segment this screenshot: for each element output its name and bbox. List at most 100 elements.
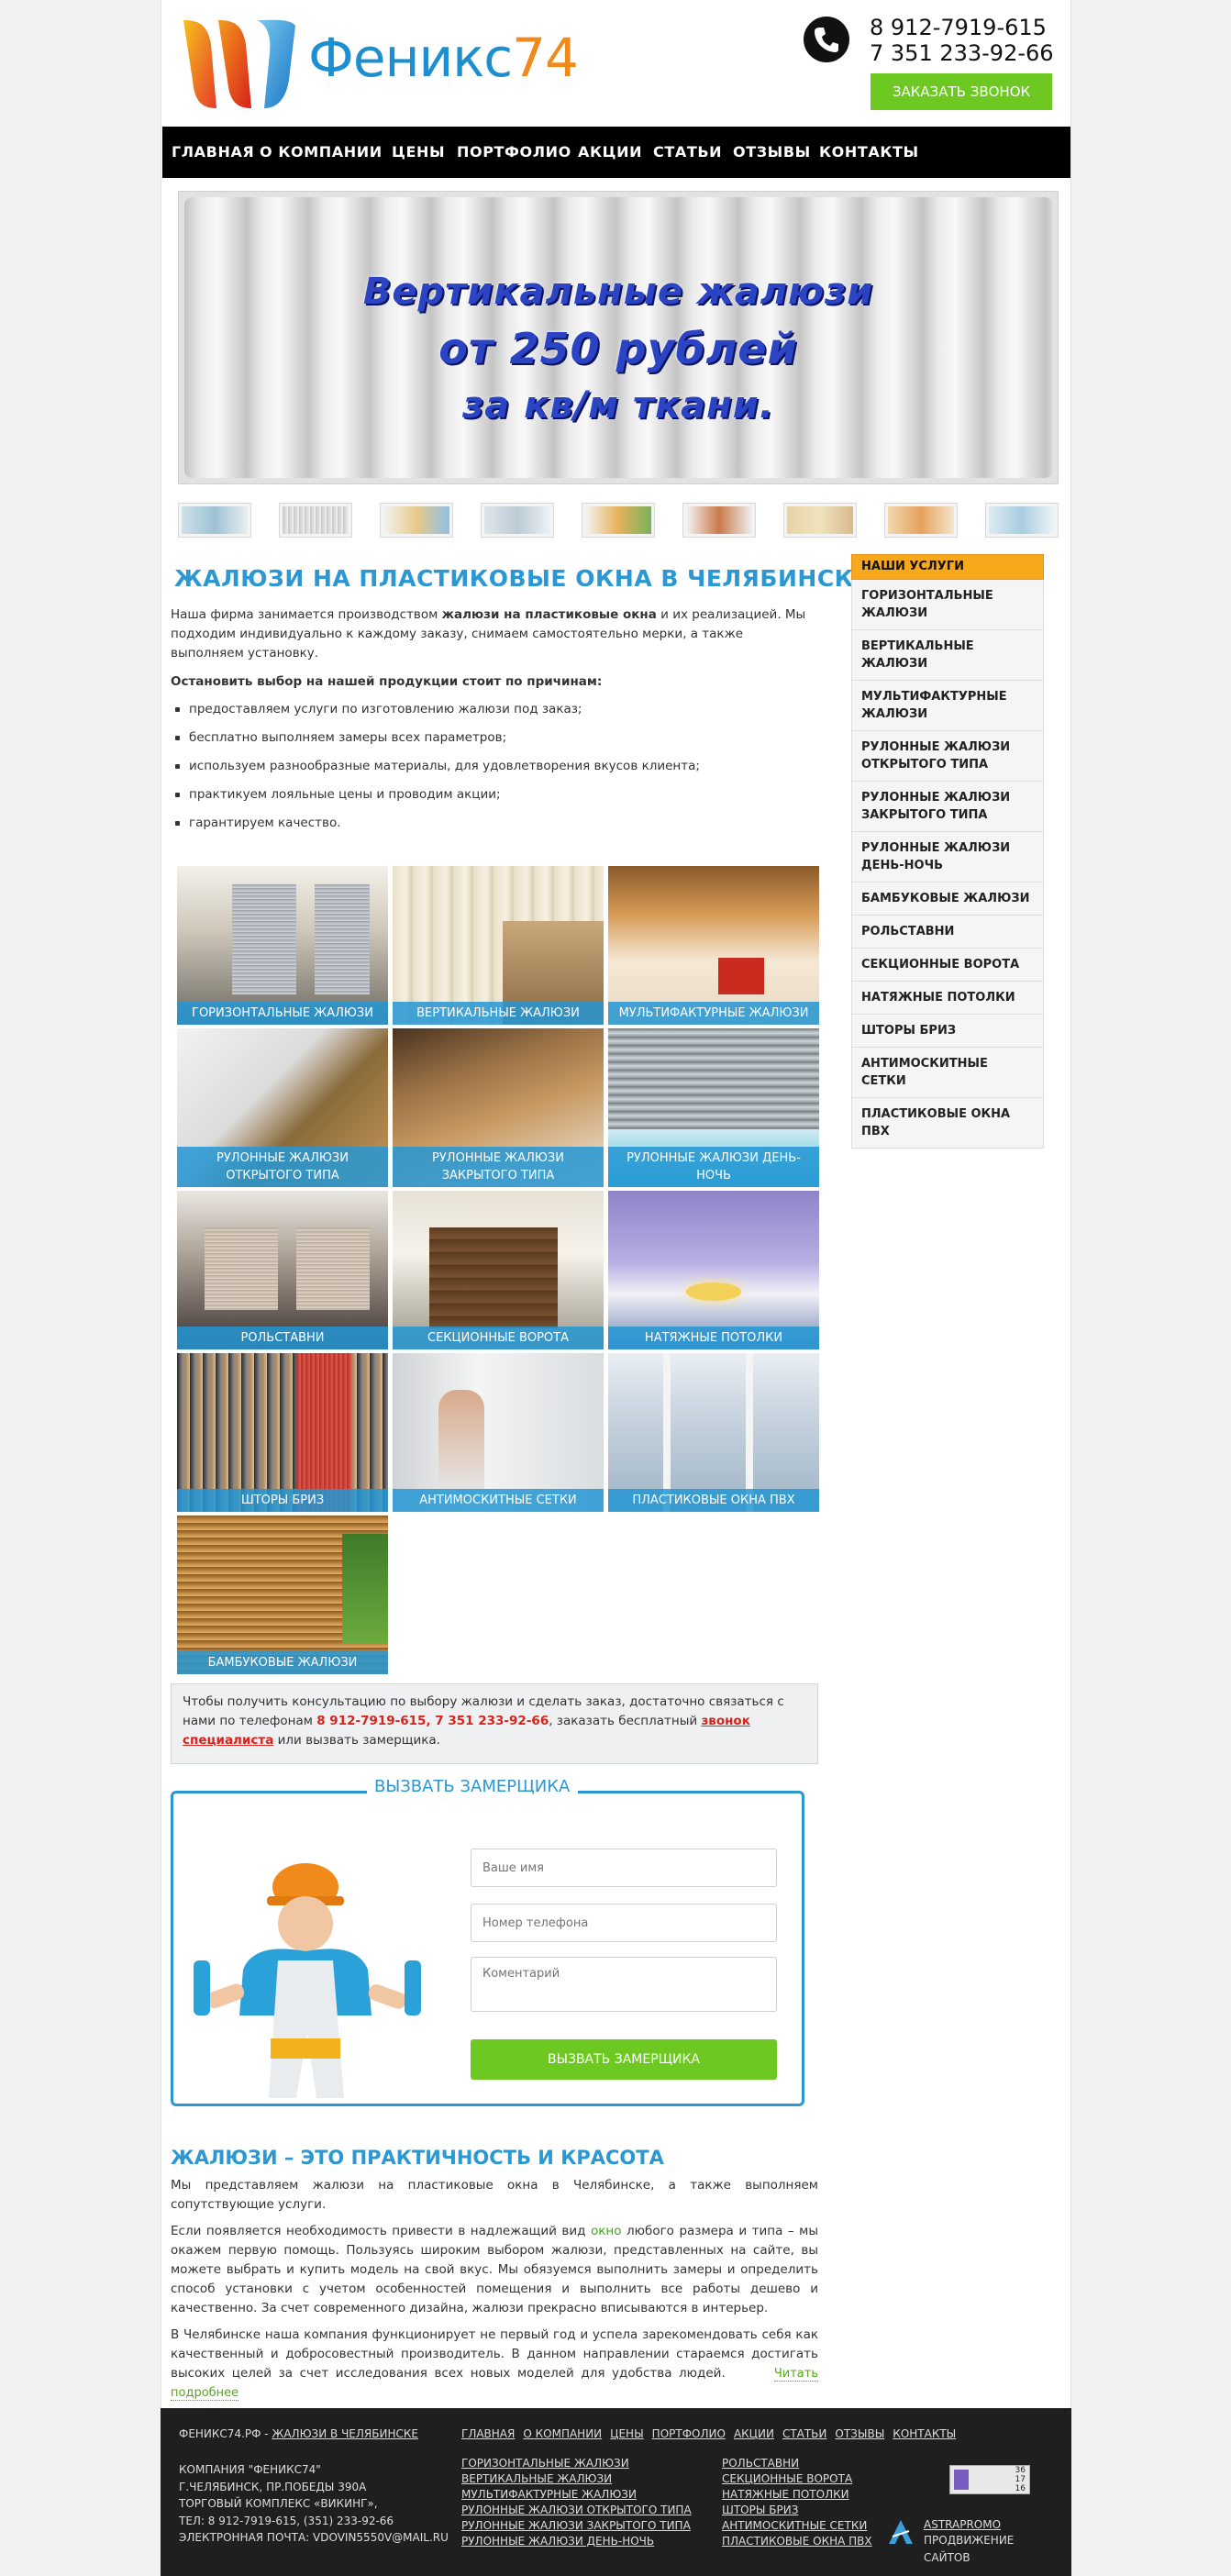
nav-promotions[interactable]: Акции [578, 127, 642, 178]
sidebar-item-nets[interactable]: Антимоскитные сетки [851, 1048, 1044, 1098]
page: Феникс74 8 912-7919-615 7 351 233-92-66 … [161, 0, 1071, 2408]
footer-company: КОМПАНИЯ "ФЕНИКС74" [179, 2463, 321, 2476]
footer-link[interactable]: Мультифактурные жалюзи [461, 2487, 692, 2503]
sidebar-item-bamboo[interactable]: Бамбуковые жалюзи [851, 883, 1044, 916]
tile-stretch-ceilings[interactable]: Натяжные потолки [608, 1191, 819, 1349]
order-call-button[interactable]: Заказать звонок [871, 73, 1052, 110]
footer-link[interactable]: Натяжные потолки [722, 2487, 872, 2503]
banner-thumb[interactable] [783, 503, 857, 538]
phone-number-2[interactable]: 7 351 233-92-66 [870, 40, 1054, 66]
nav-contacts[interactable]: Контакты [819, 127, 919, 178]
footer: ФЕНИКС74.РФ - ЖАЛЮЗИ В ЧЕЛЯБИНСКЕ КОМПАН… [161, 2408, 1071, 2576]
footer-link[interactable]: Пластиковые окна ПВХ [722, 2534, 872, 2549]
footer-link[interactable]: Горизонтальные жалюзи [461, 2456, 692, 2471]
list-item: предоставляем услуги по изготовлению жал… [175, 700, 813, 728]
footer-nav-reviews[interactable]: Отзывы [835, 2427, 884, 2440]
footer-link[interactable]: Шторы бриз [722, 2503, 872, 2518]
footer-services-2: Рольставни Секционные ворота Натяжные по… [722, 2456, 872, 2549]
sidebar-item-ceilings[interactable]: Натяжные потолки [851, 982, 1044, 1015]
footer-link[interactable]: Рулонные жалюзи день-ночь [461, 2534, 692, 2549]
list-item: используем разнообразные материалы, для … [175, 757, 813, 785]
sidebar-item-multifacture[interactable]: Мультифактурные жалюзи [851, 681, 1044, 731]
banner-thumb[interactable] [481, 503, 554, 538]
promo-banner[interactable]: Вертикальные жалюзи от 250 рублей за кв/… [178, 191, 1059, 484]
banner-line-2: от 250 рублей [438, 324, 798, 373]
nav-about[interactable]: О компании [260, 127, 383, 178]
banner-thumb[interactable] [884, 503, 958, 538]
tile-mosquito-nets[interactable]: Антимоскитные сетки [393, 1353, 604, 1512]
name-input[interactable] [471, 1849, 777, 1887]
sidebar-item-pvc[interactable]: Пластиковые окна ПВХ [851, 1098, 1044, 1149]
banner-thumb[interactable] [178, 503, 251, 538]
counter-logo-icon [954, 2470, 969, 2490]
nav-home[interactable]: Главная [172, 127, 254, 178]
footer-nav-home[interactable]: Главная [461, 2427, 515, 2440]
footer-site-link[interactable]: ЖАЛЮЗИ В ЧЕЛЯБИНСКЕ [272, 2427, 418, 2440]
tile-roller-open[interactable]: Рулонные жалюзи открытого типа [177, 1028, 388, 1187]
footer-link[interactable]: Рулонные жалюзи закрытого типа [461, 2518, 692, 2534]
main-nav: Главная О компании Цены Портфолио Акции … [162, 127, 1070, 178]
banner-thumb[interactable] [985, 503, 1059, 538]
footer-nav-portfolio[interactable]: Портфолио [652, 2427, 726, 2440]
banner-thumb[interactable] [380, 503, 453, 538]
logo-mark-icon [183, 19, 295, 108]
tile-vertical-blinds[interactable]: Вертикальные жалюзи [393, 866, 604, 1025]
footer-link[interactable]: Рулонные жалюзи открытого типа [461, 2503, 692, 2518]
astrapromo-name[interactable]: ASTRAPROMO [924, 2516, 1001, 2534]
logo[interactable]: Феникс74 [180, 17, 579, 112]
visit-counter[interactable]: 36 17 16 [949, 2465, 1030, 2494]
sidebar-item-gates[interactable]: Секционные ворота [851, 949, 1044, 982]
nav-articles[interactable]: Статьи [653, 127, 722, 178]
phone-input[interactable] [471, 1904, 777, 1942]
astrapromo-badge[interactable]: ASTRAPROMO ПРОДВИЖЕНИЕ САЙТОВ [887, 2515, 1061, 2564]
banner-thumb[interactable] [279, 503, 352, 538]
banner-thumb[interactable] [682, 503, 756, 538]
tile-roller-day-night[interactable]: Рулонные жалюзи день-ночь [608, 1028, 819, 1187]
sidebar-item-roller-closed[interactable]: Рулонные жалюзи закрытого типа [851, 782, 1044, 832]
footer-nav-articles[interactable]: Статьи [782, 2427, 826, 2440]
footer-link[interactable]: Рольставни [722, 2456, 872, 2471]
footer-nav-promotions[interactable]: Акции [734, 2427, 774, 2440]
footer-address-2: ТОРГОВЫЙ КОМПЛЕКС «ВИКИНГ», [179, 2497, 378, 2510]
footer-link[interactable]: Секционные ворота [722, 2471, 872, 2487]
nav-portfolio[interactable]: Портфолио [457, 127, 571, 178]
window-link[interactable]: окно [591, 2224, 622, 2238]
tile-roller-shutters[interactable]: Рольставни [177, 1191, 388, 1349]
sidebar-item-horizontal[interactable]: Горизонтальные жалюзи [851, 580, 1044, 630]
banner-thumb[interactable] [582, 503, 655, 538]
footer-site: ФЕНИКС74.РФ - ЖАЛЮЗИ В ЧЕЛЯБИНСКЕ [179, 2427, 418, 2440]
measurer-form: Вызвать замерщика [171, 1791, 804, 2106]
comment-textarea[interactable] [471, 1957, 777, 2012]
call-measurer-button[interactable]: Вызвать замерщика [471, 2039, 777, 2080]
footer-link[interactable]: Вертикальные жалюзи [461, 2471, 692, 2487]
tile-horizontal-blinds[interactable]: Горизонтальные жалюзи [177, 866, 388, 1025]
tile-roller-closed[interactable]: Рулонные жалюзи закрытого типа [393, 1028, 604, 1187]
sidebar: Наши услуги Горизонтальные жалюзи Вертик… [851, 554, 1044, 1149]
banner-line-3: за кв/м ткани. [461, 384, 775, 427]
footer-phones: ТЕЛ: 8 912-7919-615, (351) 233-92-66 [179, 2514, 394, 2527]
sidebar-title: Наши услуги [851, 554, 1044, 580]
footer-link[interactable]: Антимоскитные сетки [722, 2518, 872, 2534]
sidebar-item-shutters[interactable]: Рольставни [851, 916, 1044, 949]
sidebar-item-roller-open[interactable]: Рулонные жалюзи открытого типа [851, 731, 1044, 782]
worker-image [194, 1863, 421, 2098]
footer-services-1: Горизонтальные жалюзи Вертикальные жалюз… [461, 2456, 692, 2549]
footer-contacts: КОМПАНИЯ "ФЕНИКС74" Г.ЧЕЛЯБИНСК, ПР.ПОБЕ… [179, 2461, 449, 2547]
consult-phones[interactable]: 8 912-7919-615, 7 351 233-92-66 [316, 1714, 549, 1728]
footer-nav-contacts[interactable]: Контакты [893, 2427, 956, 2440]
nav-prices[interactable]: Цены [392, 127, 445, 178]
footer-nav-prices[interactable]: Цены [610, 2427, 644, 2440]
sidebar-item-breeze[interactable]: Шторы бриз [851, 1015, 1044, 1048]
tile-multifacture-blinds[interactable]: Мультифактурные жалюзи [608, 866, 819, 1025]
tile-pvc-windows[interactable]: Пластиковые окна ПВХ [608, 1353, 819, 1512]
tile-bamboo-blinds[interactable]: Бамбуковые жалюзи [177, 1516, 388, 1674]
tile-sectional-gates[interactable]: Секционные ворота [393, 1191, 604, 1349]
tile-breeze-curtains[interactable]: Шторы бриз [177, 1353, 388, 1512]
nav-reviews[interactable]: Отзывы [733, 127, 811, 178]
footer-nav-about[interactable]: О компании [523, 2427, 602, 2440]
phone-number-1[interactable]: 8 912-7919-615 [870, 15, 1054, 40]
sidebar-item-vertical[interactable]: Вертикальные жалюзи [851, 630, 1044, 681]
footer-email[interactable]: ЭЛЕКТРОННАЯ ПОЧТА: VDOVIN5550V@MAIL.RU [179, 2529, 449, 2547]
sidebar-item-day-night[interactable]: Рулонные жалюзи день-ночь [851, 832, 1044, 883]
article-paragraph-3: В Челябинске наша компания функционирует… [171, 2327, 818, 2401]
